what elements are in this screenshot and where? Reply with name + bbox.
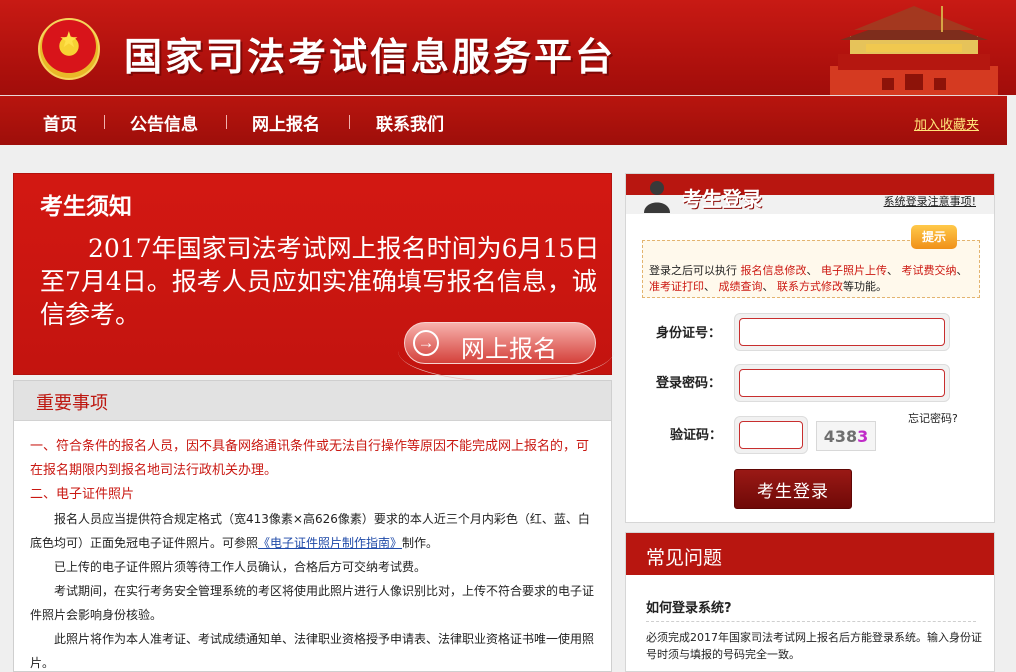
forgot-password-link[interactable]: 忘记密码? bbox=[908, 410, 958, 426]
candidate-login-panel: 考生登录 系统登录注意事项! 提示 登录之后可以执行 报名信息修改、 电子照片上… bbox=[625, 173, 995, 523]
identity-check-text: 考试期间，在实行考务安全管理系统的考区将使用此照片进行人像识别比对，上传不符合要… bbox=[30, 584, 595, 622]
captcha-field-wrap bbox=[734, 416, 808, 454]
tiananmen-gate-icon bbox=[830, 6, 998, 95]
password-label: 登录密码： bbox=[656, 376, 722, 391]
nav-separator bbox=[226, 115, 227, 129]
tip-badge: 提示 bbox=[911, 225, 957, 249]
main-nav: 首页 公告信息 网上报名 联系我们 加入收藏夹 bbox=[0, 95, 1016, 147]
arrow-right-icon: → bbox=[413, 330, 439, 356]
candidate-login-button[interactable]: 考生登录 bbox=[734, 469, 852, 509]
captcha-image[interactable]: 4383 bbox=[816, 421, 876, 451]
faq-header: 常见问题 bbox=[626, 533, 994, 575]
tip-action-print: 准考证打印 bbox=[649, 280, 704, 293]
notice-title: 考生须知 bbox=[40, 194, 132, 220]
site-header: ★ 国家司法考试信息服务平台 bbox=[0, 0, 1016, 95]
photo-requirements-text: 报名人员应当提供符合规定格式（宽413像素×高626像素）要求的本人近三个月内彩… bbox=[30, 512, 590, 550]
photo-confirmation-text: 已上传的电子证件照片须等待工作人员确认，合格后方可交纳考试费。 bbox=[54, 560, 427, 574]
login-notes-link[interactable]: 系统登录注意事项! bbox=[884, 193, 976, 209]
faq-question[interactable]: 如何登录系统? bbox=[646, 597, 732, 616]
faq-panel: 常见问题 如何登录系统? 必须完成2017年国家司法考试网上报名后方能登录系统。… bbox=[625, 532, 995, 672]
captcha-input[interactable] bbox=[739, 421, 803, 449]
important-title: 重要事项 bbox=[36, 393, 108, 414]
id-number-field-wrap bbox=[734, 313, 950, 351]
faq-title: 常见问题 bbox=[646, 547, 723, 569]
online-registration-button[interactable]: → 网上报名 bbox=[404, 322, 596, 364]
add-to-favorites-link[interactable]: 加入收藏夹 bbox=[914, 114, 979, 133]
tip-action-contact: 联系方式修改 bbox=[777, 280, 843, 293]
faq-answer: 必须完成2017年国家司法考试网上报名后方能登录系统。输入身份证号时须与填报的号… bbox=[646, 631, 982, 661]
tip-action-edit: 报名信息修改 bbox=[740, 264, 807, 277]
important-header: 重要事项 bbox=[14, 381, 611, 421]
important-item-2-title: 二、电子证件照片 bbox=[30, 487, 135, 502]
nav-home[interactable]: 首页 bbox=[43, 110, 77, 135]
password-input[interactable] bbox=[739, 369, 945, 397]
candidate-notice-panel: 考生须知 2017年国家司法考试网上报名时间为6月15日至7月4日。报考人员应如… bbox=[13, 173, 614, 382]
nav-separator bbox=[104, 115, 105, 129]
registration-button-label: 网上报名 bbox=[461, 336, 557, 363]
nav-contact[interactable]: 联系我们 bbox=[376, 110, 444, 135]
photo-usage-text: 此照片将作为本人准考证、考试成绩通知单、法律职业资格授予申请表、法律职业资格证书… bbox=[30, 632, 595, 670]
nav-online-registration[interactable]: 网上报名 bbox=[252, 110, 320, 135]
notice-text: 2017年国家司法考试网上报名时间为6月15日至7月4日。报考人员应如实准确填写… bbox=[40, 234, 600, 329]
site-title: 国家司法考试信息服务平台 bbox=[124, 35, 617, 79]
nav-announcements[interactable]: 公告信息 bbox=[130, 110, 198, 135]
login-header: 考生登录 系统登录注意事项! bbox=[626, 174, 994, 214]
tip-action-pay: 考试费交纳 bbox=[901, 264, 957, 277]
faq-divider bbox=[646, 621, 976, 622]
user-icon bbox=[644, 181, 670, 213]
tip-action-score: 成绩查询 bbox=[718, 280, 763, 293]
photo-guide-link[interactable]: 《电子证件照片制作指南》 bbox=[258, 536, 402, 550]
password-field-wrap bbox=[734, 364, 950, 402]
important-notices-panel: 重要事项 一、符合条件的报名人员，因不具备网络通讯条件或无法自行操作等原因不能完… bbox=[13, 380, 612, 672]
important-content: 一、符合条件的报名人员，因不具备网络通讯条件或无法自行操作等原因不能完成网上报名… bbox=[30, 435, 596, 671]
nav-separator bbox=[349, 115, 350, 129]
important-item-1: 一、符合条件的报名人员，因不具备网络通讯条件或无法自行操作等原因不能完成网上报名… bbox=[30, 439, 590, 478]
login-title: 考生登录 bbox=[682, 187, 762, 211]
captcha-label: 验证码： bbox=[670, 428, 723, 443]
tip-action-upload: 电子照片上传 bbox=[821, 264, 887, 277]
national-emblem-icon: ★ bbox=[38, 18, 100, 80]
id-number-input[interactable] bbox=[739, 318, 945, 346]
id-number-label: 身份证号： bbox=[656, 326, 722, 341]
login-tip-box: 提示 登录之后可以执行 报名信息修改、 电子照片上传、 考试费交纳、 准考证打印… bbox=[642, 225, 980, 298]
